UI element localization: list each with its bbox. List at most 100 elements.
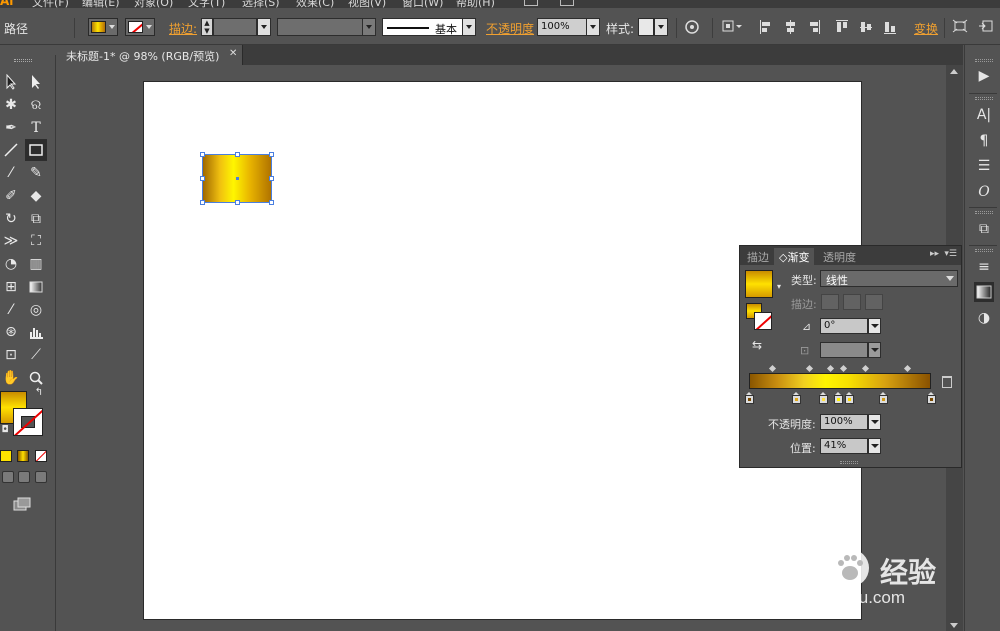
eyedropper-tool[interactable]: ⁄ — [0, 299, 22, 321]
free-transform-tool[interactable]: ⛶ — [25, 230, 47, 252]
align-panel-icon[interactable]: ☰ — [974, 156, 994, 176]
scroll-up-icon[interactable] — [950, 69, 958, 74]
selection-handle[interactable] — [200, 152, 205, 157]
slice-tool[interactable]: ⟋ — [25, 344, 47, 366]
rectangle-tool[interactable] — [25, 139, 47, 161]
rotate-tool[interactable]: ↻ — [0, 208, 22, 230]
align-hcenter-icon[interactable] — [784, 20, 796, 34]
magic-wand-tool[interactable]: ✱ — [0, 94, 22, 116]
line-tool[interactable] — [0, 139, 22, 161]
stop-location-field[interactable]: 41% — [820, 438, 868, 454]
menu-select[interactable]: 选择(S) — [242, 0, 280, 8]
draw-inside-icon[interactable] — [35, 471, 47, 483]
gradient-preview-swatch[interactable] — [745, 270, 773, 298]
lasso-tool[interactable]: ର — [25, 94, 47, 116]
character-icon[interactable]: A| — [974, 105, 994, 125]
tab-gradient[interactable]: ◇渐变 — [774, 248, 815, 265]
align-left-icon[interactable] — [760, 20, 772, 34]
type-tool[interactable]: T — [25, 117, 47, 139]
stroke-weight-stepper[interactable]: ▲ ▼ — [201, 18, 213, 36]
scale-tool[interactable]: ⧉ — [25, 208, 47, 230]
stroke-gradient-within-icon[interactable] — [821, 294, 839, 310]
selection-handle[interactable] — [235, 152, 240, 157]
align-top-icon[interactable] — [836, 20, 848, 34]
align-to-selection-icon[interactable] — [722, 18, 742, 36]
paragraph-icon[interactable]: ¶ — [974, 131, 994, 151]
stroke-panel-icon[interactable]: ≡ — [974, 257, 994, 277]
stroke-none-box[interactable] — [754, 312, 772, 330]
transform-link[interactable]: 变换 — [914, 20, 938, 37]
selection-tool[interactable] — [0, 71, 22, 93]
chevron-down-icon[interactable]: ▾ — [777, 282, 781, 291]
gradient-midpoint[interactable] — [903, 364, 911, 373]
gradient-slider[interactable] — [749, 373, 931, 389]
arrange-documents-icon[interactable] — [560, 0, 574, 6]
column-graph-tool[interactable] — [25, 321, 47, 343]
default-colors-icon[interactable]: ◘ — [0, 425, 10, 435]
angle-field[interactable]: 0° — [820, 318, 868, 334]
play-icon[interactable]: ▶ — [974, 66, 994, 86]
delete-stop-icon[interactable] — [942, 376, 952, 388]
tab-transparency[interactable]: 透明度 — [818, 248, 861, 265]
selection-handle[interactable] — [200, 176, 205, 181]
gradient-type-select[interactable]: 线性 — [820, 270, 958, 287]
paintbrush-tool[interactable]: ⁄ — [0, 162, 22, 184]
reverse-gradient-icon[interactable]: ⇆ — [752, 338, 762, 352]
zoom-tool[interactable] — [25, 367, 47, 389]
artboard-tool[interactable]: ⊡ — [0, 344, 22, 366]
gradient-stop[interactable] — [833, 392, 843, 404]
stroke-swatch[interactable] — [125, 18, 155, 36]
aspect-ratio-field[interactable] — [820, 342, 868, 358]
draw-normal-icon[interactable] — [2, 471, 14, 483]
screen-mode-icon[interactable] — [10, 493, 32, 515]
bridge-icon[interactable] — [524, 0, 538, 6]
stroke-gradient-across-icon[interactable] — [865, 294, 883, 310]
menu-effect[interactable]: 效果(C) — [296, 0, 334, 8]
graphic-style-swatch[interactable] — [638, 18, 654, 36]
gradient-mode-button[interactable] — [17, 450, 29, 462]
blend-tool[interactable]: ◎ — [25, 299, 47, 321]
align-right-icon[interactable] — [808, 20, 820, 34]
opacity-field[interactable]: 100% — [537, 18, 587, 36]
hand-tool[interactable]: ✋ — [0, 367, 22, 389]
tab-stroke[interactable]: 描边 — [742, 248, 774, 265]
pen-tool[interactable]: ✒ — [0, 117, 22, 139]
stop-opacity-field[interactable]: 100% — [820, 414, 868, 430]
stroke-weight-field[interactable] — [213, 18, 257, 36]
panel-resize-grip[interactable] — [840, 461, 858, 464]
gradient-tool[interactable] — [25, 276, 47, 298]
menu-file[interactable]: 文件(F) — [32, 0, 69, 8]
isolate-icon[interactable] — [952, 18, 970, 36]
align-bottom-icon[interactable] — [884, 20, 896, 34]
brush-dropdown[interactable] — [462, 18, 476, 36]
gradient-stop[interactable] — [744, 392, 754, 404]
pathfinder-icon[interactable]: ⧉ — [974, 219, 994, 239]
stroke-color-box[interactable] — [13, 408, 43, 436]
gradient-stop[interactable] — [844, 392, 854, 404]
panel-menu-icon[interactable] — [978, 18, 996, 36]
none-mode-button[interactable] — [35, 450, 47, 462]
close-icon[interactable]: ✕ — [229, 48, 237, 59]
dock-grip[interactable] — [975, 59, 993, 62]
gradient-midpoint[interactable] — [840, 364, 848, 373]
swap-fill-stroke-icon[interactable]: ↰ — [33, 387, 45, 399]
selection-handle[interactable] — [269, 152, 274, 157]
document-tab[interactable]: 未标题-1* @ 98% (RGB/预览) ✕ — [57, 45, 243, 65]
menu-object[interactable]: 对象(O) — [134, 0, 173, 8]
dock-grip[interactable] — [975, 97, 993, 100]
stroke-gradient-along-icon[interactable] — [843, 294, 861, 310]
dock-grip[interactable] — [975, 211, 993, 214]
stop-location-dropdown[interactable] — [868, 438, 881, 454]
gradient-midpoint[interactable] — [827, 364, 835, 373]
symbol-sprayer-tool[interactable]: ⊛ — [0, 321, 22, 343]
collapse-icon[interactable]: ▸▸ — [930, 249, 939, 259]
width-tool[interactable]: ≫ — [0, 230, 22, 252]
stop-opacity-dropdown[interactable] — [868, 414, 881, 430]
mesh-tool[interactable]: ⊞ — [0, 276, 22, 298]
direct-selection-tool[interactable] — [25, 71, 47, 93]
panel-menu-icon[interactable]: ▾☰ — [944, 249, 957, 259]
stroke-label-link[interactable]: 描边: — [169, 20, 197, 37]
aspect-ratio-dropdown[interactable] — [868, 342, 881, 358]
gradient-panel-icon[interactable] — [974, 282, 994, 302]
menu-window[interactable]: 窗口(W) — [402, 0, 443, 8]
